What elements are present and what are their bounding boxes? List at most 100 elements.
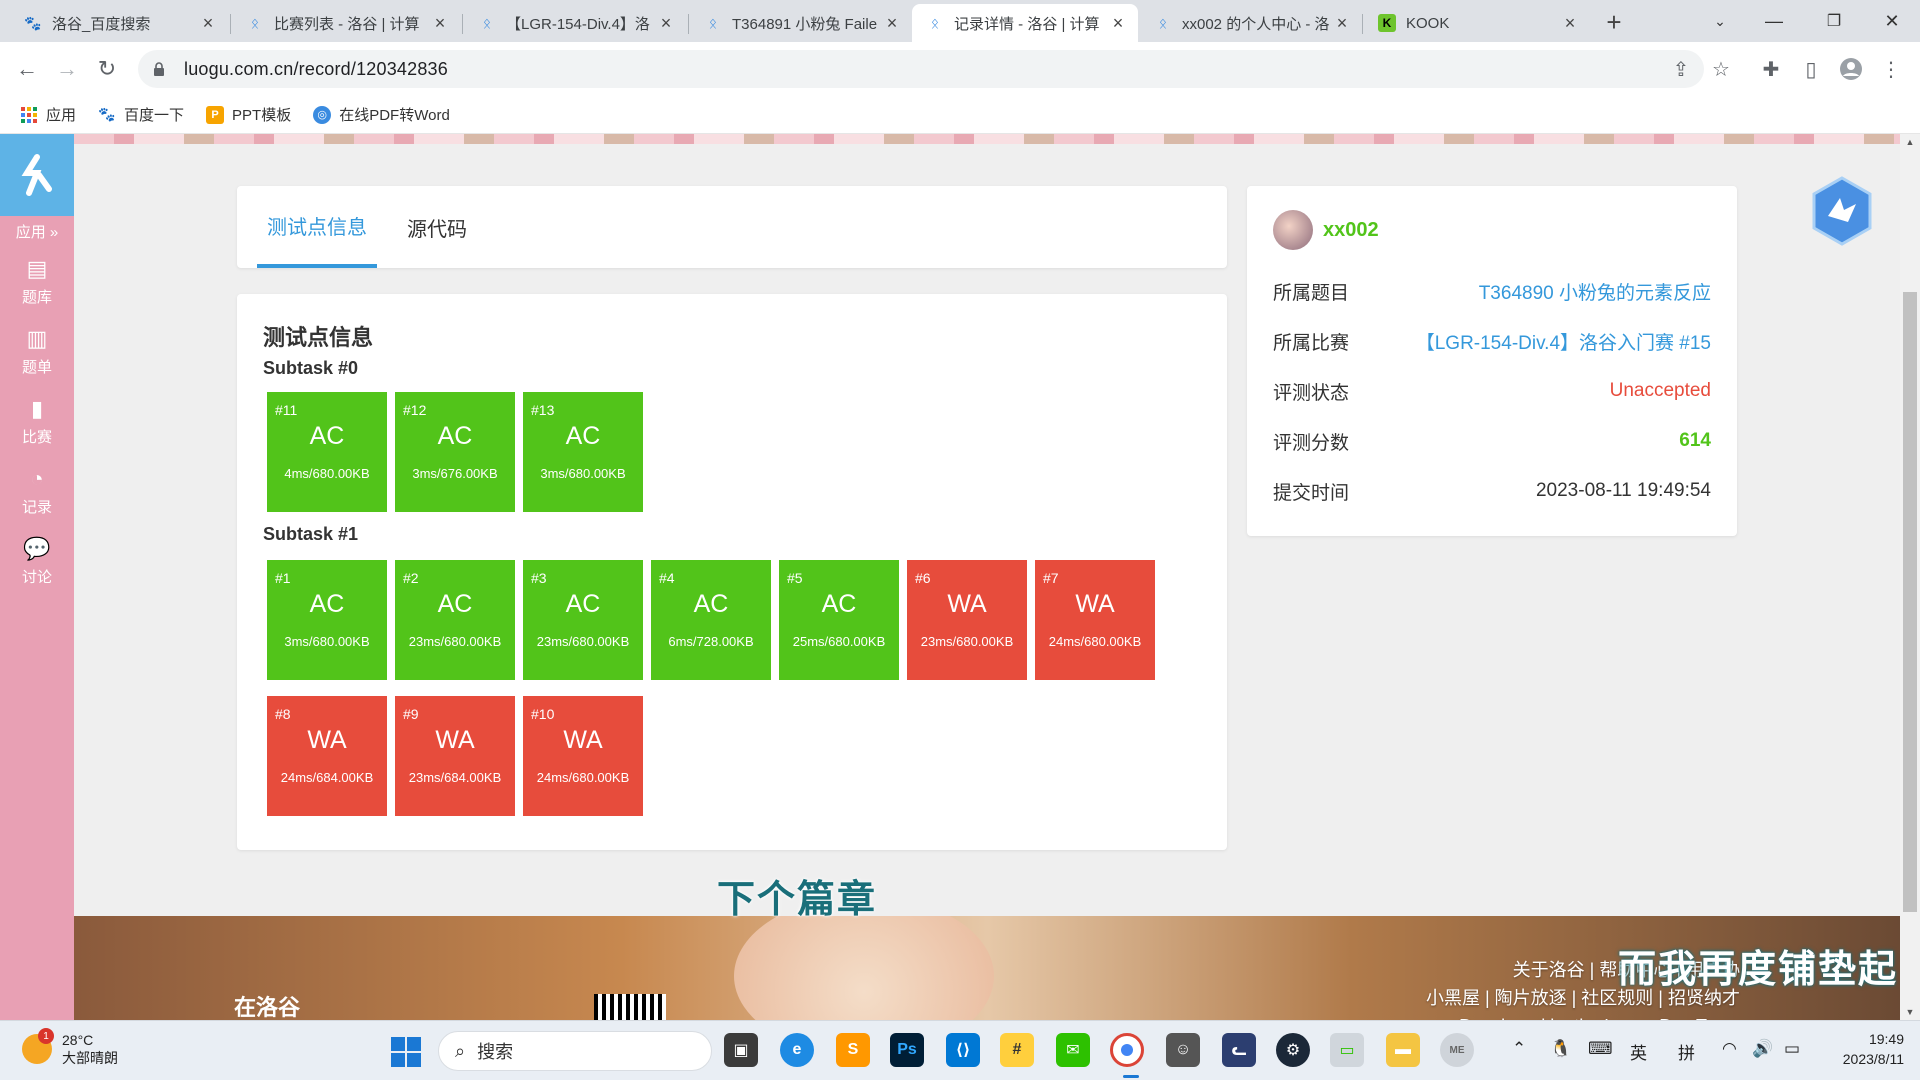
qq-penguin-icon[interactable]: 🐧 [1550,1039,1571,1059]
media-app-icon[interactable]: ME [1440,1033,1474,1067]
notes-app-icon[interactable]: # [1000,1033,1034,1067]
bookmark-baidu[interactable]: 🐾 百度一下 [98,104,184,125]
test-case-tile[interactable]: #9 WA 23ms/684.00KB [395,696,515,816]
battery-icon[interactable]: ▭ [1784,1039,1800,1059]
test-points-card: 测试点信息 Subtask #0 Subtask #1 #11 AC 4ms/680… [237,294,1227,850]
weather-widget[interactable]: 1 28°C 大部晴朗 [22,1028,118,1067]
close-tab-icon[interactable]: × [1332,13,1352,33]
avatar[interactable] [1273,210,1313,250]
close-tab-icon[interactable]: × [1560,13,1580,33]
browser-tab[interactable]: K KOOK × [1364,4,1590,42]
test-case-tile[interactable]: #6 WA 23ms/680.00KB [907,560,1027,680]
tab-source-code[interactable]: 源代码 [407,186,467,268]
restore-button[interactable]: ❐ [1804,0,1864,42]
new-tab-button[interactable]: + [1600,7,1628,37]
cat-app-icon[interactable]: ᓚ [1222,1033,1256,1067]
close-tab-icon[interactable]: × [882,13,902,33]
bookmark-apps[interactable]: 应用 [20,104,76,125]
page-scrollbar[interactable]: ▲ ▼ [1900,134,1920,1020]
edge-browser-icon[interactable]: e [780,1033,814,1067]
test-case-id: #1 [275,570,291,586]
test-case-tile[interactable]: #5 AC 25ms/680.00KB [779,560,899,680]
sidebar-item-records[interactable]: ◔ 记录 [0,456,74,526]
steam-icon[interactable]: ⚙ [1276,1033,1310,1067]
test-case-tile[interactable]: #3 AC 23ms/680.00KB [523,560,643,680]
test-case-tile[interactable]: #12 AC 3ms/676.00KB [395,392,515,512]
forward-arrow-icon[interactable]: → [52,54,82,84]
bookmark-pdf[interactable]: ◎ 在线PDF转Word [313,104,450,125]
luogu-logo-icon[interactable] [0,134,74,216]
lock-icon[interactable] [152,62,166,76]
volume-icon[interactable]: 🔊 [1752,1039,1773,1059]
tab-test-points[interactable]: 测试点信息 [257,186,377,268]
bookmark-label: 应用 [46,107,77,124]
share-icon[interactable]: ⇪ [1666,50,1696,88]
scroll-down-arrow-icon[interactable]: ▼ [1900,1004,1920,1020]
test-case-tile[interactable]: #4 AC 6ms/728.00KB [651,560,771,680]
wifi-icon[interactable]: ◠ [1722,1039,1737,1059]
vscode-icon[interactable]: ⟨⟩ [946,1033,980,1067]
file-explorer-icon[interactable]: ▬ [1386,1033,1420,1067]
test-case-tile[interactable]: #8 WA 24ms/684.00KB [267,696,387,816]
browser-menu-icon[interactable]: ⋮ [1876,50,1906,88]
extensions-puzzle-icon[interactable]: ✚ [1756,50,1786,88]
bookmark-ppt[interactable]: P PPT模板 [206,104,291,125]
browser-tab-title: 洛谷_百度搜索 [52,15,151,33]
close-tab-icon[interactable]: × [656,13,676,33]
test-case-tile[interactable]: #7 WA 24ms/680.00KB [1035,560,1155,680]
username-link[interactable]: xx002 [1323,219,1379,242]
tab-search-chevron-icon[interactable]: ⌄ [1690,0,1750,42]
ime-language[interactable]: 英 [1630,1039,1647,1064]
side-panel-icon[interactable]: ▯ [1796,50,1826,88]
test-case-tile[interactable]: #1 AC 3ms/680.00KB [267,560,387,680]
show-hidden-icons-chevron-icon[interactable]: ⌃ [1512,1039,1526,1059]
task-view-icon[interactable]: ▣ [724,1033,758,1067]
test-case-tile[interactable]: #2 AC 23ms/680.00KB [395,560,515,680]
wechat-icon[interactable]: ✉ [1056,1033,1090,1067]
photoshop-icon[interactable]: Ps [890,1033,924,1067]
close-tab-icon[interactable]: × [198,13,218,33]
url-text[interactable]: luogu.com.cn/record/120342836 [184,59,448,80]
close-window-button[interactable]: ✕ [1862,0,1920,42]
reload-icon[interactable]: ↻ [92,54,122,84]
close-tab-icon[interactable]: × [430,13,450,33]
close-tab-icon[interactable]: × [1108,13,1128,33]
back-arrow-icon[interactable]: ← [12,54,42,84]
sidebar-item-problem-lists[interactable]: ▥ 题单 [0,316,74,386]
avatar-app-icon[interactable]: ☺ [1166,1033,1200,1067]
sidebar-item-problems[interactable]: ▤ 题库 [0,246,74,316]
sidebar-apps-toggle[interactable]: 应用 » [0,216,74,246]
browser-tab[interactable]: 🐾 洛谷_百度搜索 × [10,4,228,42]
screen-share-icon[interactable]: ▭ [1330,1033,1364,1067]
taskbar-search[interactable]: ⌕ 搜索 [438,1031,712,1071]
contest-link[interactable]: 【LGR-154-Div.4】洛谷入门赛 #15 [1416,328,1711,355]
luogu-favicon-icon: ᛟ [708,15,718,31]
weather-temp: 28°C [62,1032,94,1048]
clipboard-icon: ▥ [26,325,48,351]
bookmark-star-icon[interactable]: ☆ [1706,50,1736,88]
scrollbar-thumb[interactable] [1903,292,1917,912]
profile-avatar-icon[interactable] [1836,50,1866,88]
browser-tab[interactable]: ᛟ 【LGR-154-Div.4】洛 × [464,4,686,42]
windows-start-icon[interactable] [391,1037,421,1067]
keyboard-icon[interactable]: ⌨ [1588,1039,1613,1059]
test-case-tile[interactable]: #13 AC 3ms/680.00KB [523,392,643,512]
chrome-icon[interactable] [1110,1033,1144,1067]
minimize-button[interactable]: — [1744,0,1804,42]
test-case-tile[interactable]: #10 WA 24ms/680.00KB [523,696,643,816]
problem-link[interactable]: T364890 小粉兔的元素反应 [1479,278,1711,305]
scroll-up-arrow-icon[interactable]: ▲ [1900,134,1920,150]
url-omnibox[interactable]: luogu.com.cn/record/120342836 [138,50,1704,88]
sidebar-item-contests[interactable]: ▮ 比赛 [0,386,74,456]
browser-tab[interactable]: ᛟ xx002 的个人中心 - 洛 × [1140,4,1362,42]
sidebar-item-discuss[interactable]: 💬 讨论 [0,526,74,596]
system-clock[interactable]: 19:49 2023/8/11 [1814,1029,1904,1069]
browser-tab[interactable]: ᛟ T364891 小粉兔 Faile × [690,4,912,42]
test-case-tile[interactable]: #11 AC 4ms/680.00KB [267,392,387,512]
ime-mode[interactable]: 拼 [1678,1039,1695,1064]
bird-float-icon[interactable] [1810,176,1874,246]
browser-tab[interactable]: ᛟ 比赛列表 - 洛谷 | 计算 × [232,4,460,42]
test-case-status: AC [693,590,729,618]
sublime-text-icon[interactable]: S [836,1033,870,1067]
browser-tab-active[interactable]: ᛟ 记录详情 - 洛谷 | 计算 × [912,4,1138,42]
